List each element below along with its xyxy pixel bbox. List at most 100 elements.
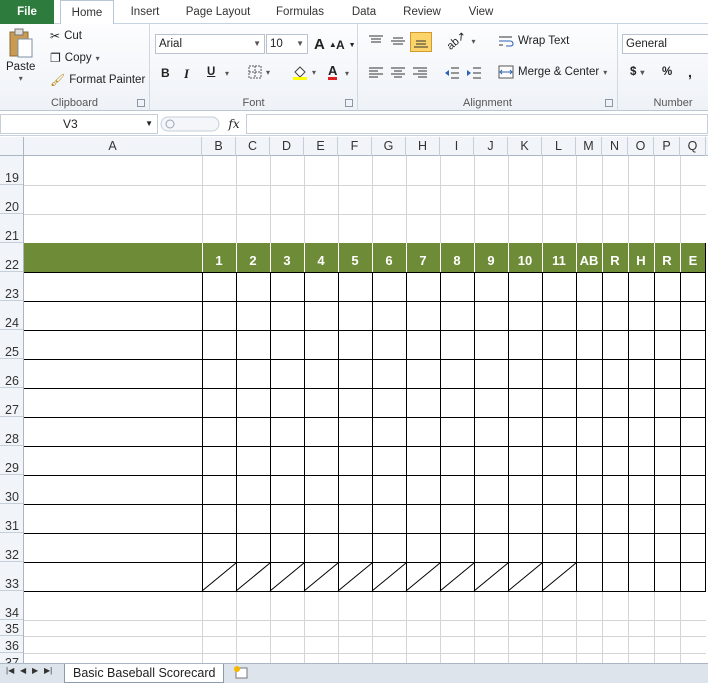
- row-header-27[interactable]: 27: [0, 388, 23, 417]
- last-sheet-icon[interactable]: ▶|: [44, 666, 52, 675]
- worksheet-grid[interactable]: 1 2 3 4 5 6 7 8 9 10 11 AB R H R E: [24, 156, 708, 663]
- header-label-10: 10: [518, 253, 532, 268]
- column-header-b[interactable]: B: [202, 137, 236, 156]
- tab-data[interactable]: Data: [342, 0, 386, 24]
- next-sheet-icon[interactable]: ▶: [32, 666, 38, 675]
- font-launcher-icon[interactable]: [345, 99, 353, 107]
- bold-button[interactable]: B: [161, 66, 170, 80]
- font-color-button[interactable]: A: [328, 63, 338, 80]
- alignment-launcher-icon[interactable]: [605, 99, 613, 107]
- row-header-21[interactable]: 21: [0, 214, 23, 243]
- column-header-j[interactable]: J: [474, 137, 508, 156]
- column-header-k[interactable]: K: [508, 137, 542, 156]
- copy-label: Copy: [64, 52, 92, 64]
- name-box[interactable]: V3 ▼: [0, 114, 158, 134]
- row-header-20[interactable]: 20: [0, 185, 23, 214]
- decrease-indent-button[interactable]: [444, 66, 460, 80]
- font-size-value: 10: [270, 38, 283, 50]
- font-color-icon: A: [328, 63, 338, 80]
- tab-file[interactable]: File: [0, 0, 54, 24]
- wrap-text-button[interactable]: Wrap Text: [498, 34, 569, 48]
- column-header-c[interactable]: C: [236, 137, 270, 156]
- bottom-align-button[interactable]: [410, 32, 432, 52]
- column-header-a[interactable]: A: [24, 137, 202, 156]
- formula-bar-resize-handle[interactable]: [160, 116, 220, 132]
- row-header-22[interactable]: 22: [0, 243, 23, 272]
- increase-indent-button[interactable]: [466, 66, 482, 80]
- italic-button[interactable]: I: [184, 66, 189, 82]
- tab-insert[interactable]: Insert: [122, 0, 168, 24]
- column-header-h[interactable]: H: [406, 137, 440, 156]
- row-header-24[interactable]: 24: [0, 301, 23, 330]
- align-left-button[interactable]: [368, 66, 384, 80]
- column-header-l[interactable]: L: [542, 137, 576, 156]
- scorecard-header-fill: [24, 243, 706, 272]
- align-center-button[interactable]: [390, 66, 406, 80]
- tab-home[interactable]: Home: [60, 0, 114, 25]
- row-header-26[interactable]: 26: [0, 359, 23, 388]
- select-all-corner[interactable]: [0, 137, 24, 156]
- column-header-q[interactable]: Q: [680, 137, 706, 156]
- row-header-19[interactable]: 19: [0, 156, 23, 185]
- column-header-g[interactable]: G: [372, 137, 406, 156]
- row-header-32[interactable]: 32: [0, 533, 23, 562]
- orientation-button[interactable]: ab↗ ▾: [445, 30, 476, 53]
- column-header-n[interactable]: N: [602, 137, 628, 156]
- number-format-combo[interactable]: General: [622, 34, 708, 54]
- underline-dropdown-icon[interactable]: ▾: [225, 69, 229, 78]
- shrink-font-button[interactable]: A ▼: [336, 38, 356, 52]
- comma-button[interactable]: ,: [688, 64, 692, 80]
- column-header-p[interactable]: P: [654, 137, 680, 156]
- number-format-value: General: [626, 38, 667, 50]
- clipboard-launcher-icon[interactable]: [137, 99, 145, 107]
- tab-page-layout[interactable]: Page Layout: [178, 0, 258, 24]
- borders-button[interactable]: ▾: [248, 65, 270, 79]
- column-header-i[interactable]: I: [440, 137, 474, 156]
- column-header-f[interactable]: F: [338, 137, 372, 156]
- tab-view[interactable]: View: [460, 0, 502, 24]
- row-header-30[interactable]: 30: [0, 475, 23, 504]
- copy-button[interactable]: ❐ Copy ▾: [50, 51, 100, 65]
- sheet-tab-basic-baseball-scorecard[interactable]: Basic Baseball Scorecard: [64, 664, 225, 683]
- align-right-button[interactable]: [412, 66, 428, 80]
- row-header-25[interactable]: 25: [0, 330, 23, 359]
- row-header-35[interactable]: 35: [0, 620, 23, 636]
- row-header-34[interactable]: 34: [0, 591, 23, 620]
- column-header-o[interactable]: O: [628, 137, 654, 156]
- prev-sheet-icon[interactable]: ◀: [20, 666, 26, 675]
- row-header-37[interactable]: 37: [0, 653, 23, 663]
- column-header-m[interactable]: M: [576, 137, 602, 156]
- font-name-combo[interactable]: Arial ▼: [155, 34, 265, 54]
- align-left-icon: [369, 67, 383, 78]
- row-header-33[interactable]: 33: [0, 562, 23, 591]
- font-size-combo[interactable]: 10 ▼: [266, 34, 308, 54]
- percent-button[interactable]: %: [662, 66, 672, 78]
- row-header-28[interactable]: 28: [0, 417, 23, 446]
- font-group: Arial ▼ 10 ▼ A ▲ A ▼ B I U ▾ ▾ ▾ A ▾ Font: [150, 24, 358, 111]
- increase-indent-icon: [467, 67, 481, 79]
- tab-formulas[interactable]: Formulas: [268, 0, 332, 24]
- orientation-icon: ab↗: [444, 29, 469, 53]
- top-align-button[interactable]: [368, 34, 384, 48]
- fill-color-button[interactable]: ▾: [292, 64, 316, 80]
- cut-button[interactable]: ✂ Cut: [50, 29, 82, 43]
- first-sheet-icon[interactable]: |◀: [6, 666, 14, 675]
- font-color-dropdown-icon[interactable]: ▾: [345, 69, 349, 78]
- column-header-d[interactable]: D: [270, 137, 304, 156]
- merge-center-button[interactable]: Merge & Center ▾: [498, 65, 607, 79]
- row-header-36[interactable]: 36: [0, 636, 23, 653]
- underline-button[interactable]: U: [207, 66, 215, 78]
- currency-button[interactable]: $ ▾: [630, 66, 644, 78]
- row-header-23[interactable]: 23: [0, 272, 23, 301]
- column-header-e[interactable]: E: [304, 137, 338, 156]
- row-header-29[interactable]: 29: [0, 446, 23, 475]
- grow-font-button[interactable]: A ▲: [314, 36, 337, 53]
- formula-input[interactable]: [246, 114, 708, 134]
- insert-function-icon[interactable]: fx: [224, 114, 244, 134]
- format-painter-button[interactable]: 🖌 Format Painter: [50, 73, 145, 87]
- row-header-31[interactable]: 31: [0, 504, 23, 533]
- insert-sheet-icon[interactable]: [232, 666, 250, 680]
- tab-review[interactable]: Review: [396, 0, 448, 24]
- paste-button[interactable]: Paste ▾: [6, 28, 35, 83]
- middle-align-button[interactable]: [390, 34, 406, 48]
